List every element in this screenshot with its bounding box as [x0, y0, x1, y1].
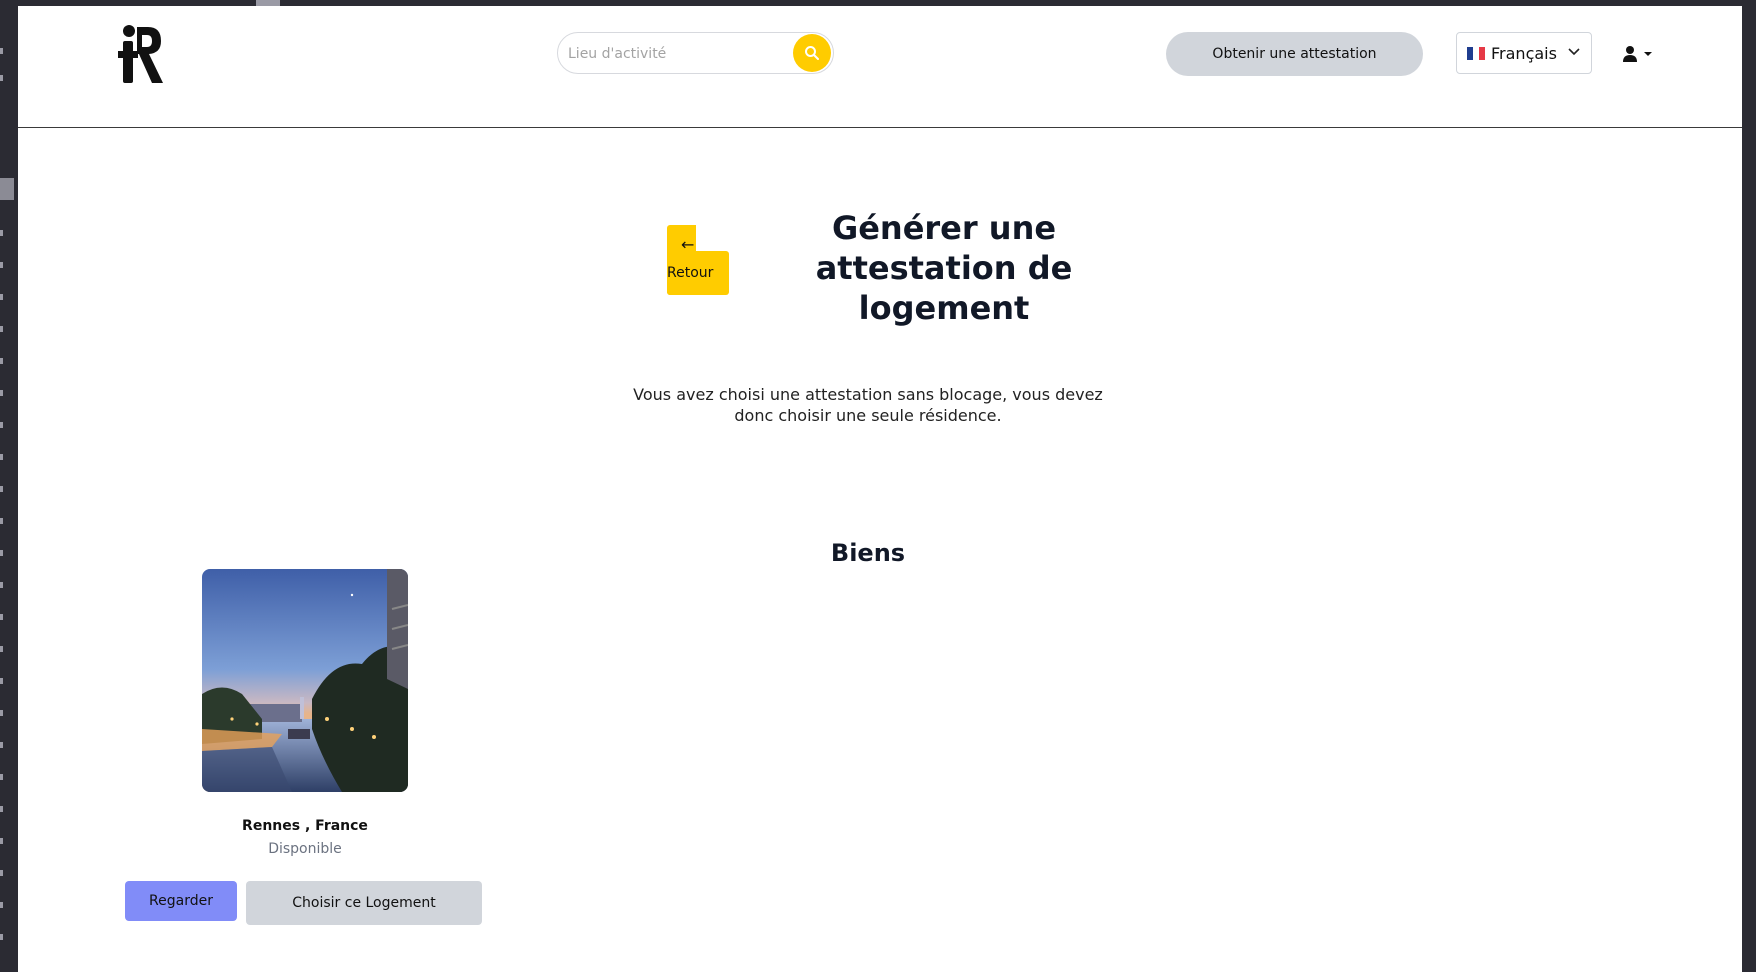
resize-handle[interactable] — [0, 178, 14, 200]
edge-tick — [0, 582, 3, 588]
page-title: Générer une attestation de logement — [815, 209, 1073, 327]
edge-tick — [0, 646, 3, 652]
search-input[interactable] — [566, 33, 790, 75]
edge-tick — [0, 614, 3, 620]
section-title-biens: Biens — [830, 539, 906, 567]
search-button[interactable] — [793, 34, 831, 72]
edge-tick — [0, 262, 3, 268]
get-attestation-button[interactable]: Obtenir une attestation — [1166, 32, 1423, 76]
edge-tick — [0, 806, 3, 812]
chevron-down-icon — [1568, 48, 1580, 56]
view-property-button[interactable]: Regarder — [125, 881, 237, 921]
edge-tick — [0, 230, 3, 236]
edge-tick — [0, 358, 3, 364]
edge-tick — [0, 710, 3, 716]
logo-icon[interactable] — [117, 23, 165, 85]
property-status: Disponible — [268, 841, 342, 857]
edge-tick — [0, 518, 3, 524]
edge-tick — [0, 294, 3, 300]
edge-tick — [0, 48, 3, 54]
france-flag-icon — [1467, 46, 1485, 60]
choose-property-button[interactable]: Choisir ce Logement — [246, 881, 482, 925]
arrow-left-icon: ← — [681, 235, 695, 254]
property-city: Rennes , France — [242, 818, 368, 834]
back-button[interactable]: ← Retour — [667, 225, 729, 295]
edge-tick — [0, 902, 3, 908]
search-icon — [805, 46, 819, 60]
property-image — [202, 569, 408, 792]
edge-tick — [0, 742, 3, 748]
browser-viewport: Obtenir une attestation Français ← Retou… — [18, 6, 1742, 972]
user-menu-button[interactable] — [1622, 42, 1662, 66]
property-photo[interactable] — [202, 569, 408, 792]
edge-tick — [0, 774, 3, 780]
search-bar — [557, 32, 834, 75]
edge-tick — [0, 326, 3, 332]
edge-tick — [0, 550, 3, 556]
user-icon — [1623, 46, 1637, 62]
window-left-edge — [0, 0, 18, 972]
caret-down-icon — [1644, 52, 1652, 56]
language-label: Français — [1491, 43, 1557, 63]
edge-tick — [0, 422, 3, 428]
top-navbar: Obtenir une attestation Français — [18, 6, 1742, 128]
language-select[interactable]: Français — [1456, 32, 1592, 74]
edge-tick — [0, 678, 3, 684]
edge-tick — [0, 870, 3, 876]
edge-tick — [0, 75, 3, 81]
back-label: Retour — [667, 265, 714, 281]
edge-tick — [0, 934, 3, 940]
edge-tick — [0, 838, 3, 844]
edge-tick — [0, 486, 3, 492]
edge-tick — [0, 390, 3, 396]
edge-tick — [0, 454, 3, 460]
page-subtitle: Vous avez choisi une attestation sans bl… — [633, 385, 1103, 425]
